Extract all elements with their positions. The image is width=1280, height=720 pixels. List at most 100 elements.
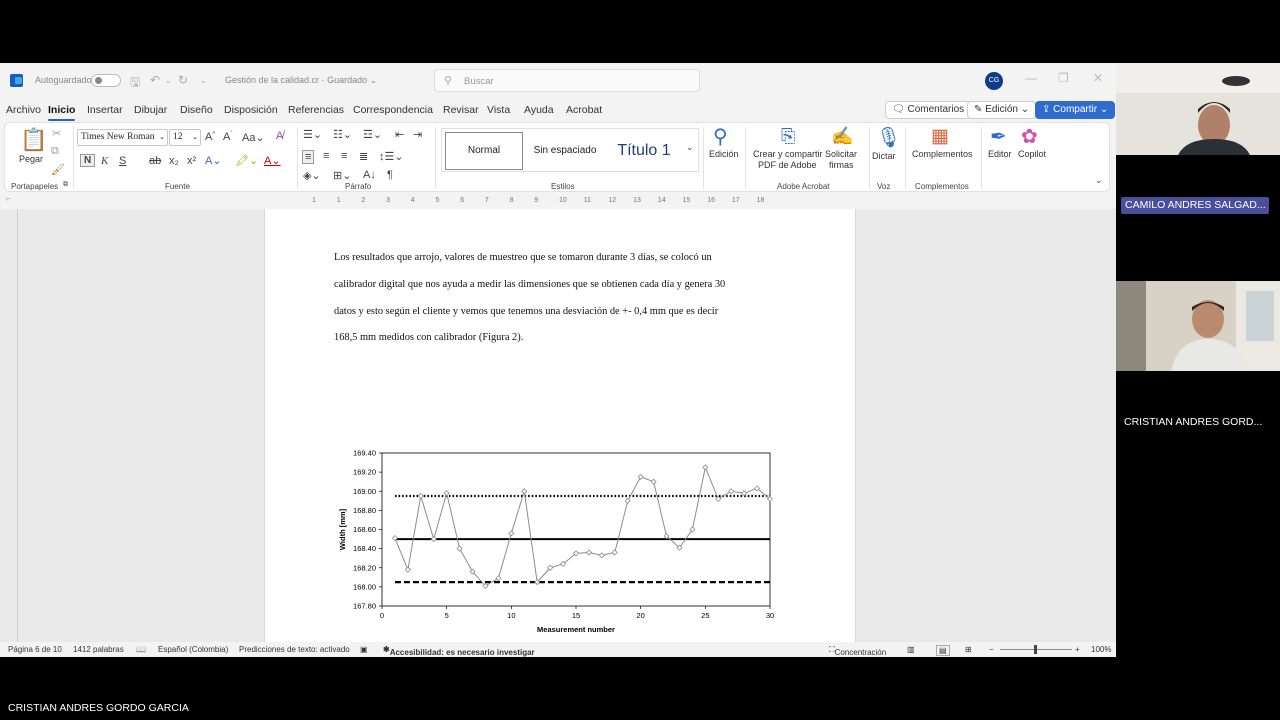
accessibility-status[interactable]: ✱ Accesibilidad: es necesario investigar [383,645,535,657]
addins-icon[interactable]: ▦ [931,125,949,148]
user-avatar[interactable]: CG [985,72,1003,90]
zoom-level[interactable]: 100% [1091,645,1111,654]
tab-archivo[interactable]: Archivo [6,104,41,116]
find-icon[interactable]: ⚲ [713,124,728,149]
font-color-icon[interactable]: A⌄ [264,154,281,167]
grow-font-icon[interactable]: A^ [205,131,215,143]
strikethrough-icon[interactable]: ab [149,155,161,167]
superscript-icon[interactable]: x² [187,155,196,167]
dictate-label[interactable]: Dictar [872,151,896,161]
multilevel-list-icon[interactable]: ☲⌄ [363,128,382,141]
redo-icon[interactable]: ↻ [178,73,188,87]
microphone-icon[interactable]: 🎙 [876,125,901,150]
tab-inicio[interactable]: Inicio [48,104,76,121]
proofing-icon[interactable]: 📖 [136,645,146,654]
change-case-icon[interactable]: Aa⌄ [242,131,265,144]
maximize-icon[interactable]: ❐ [1058,71,1069,85]
bullets-icon[interactable]: ☰⌄ [303,128,322,141]
print-layout-icon[interactable]: ▤ [936,645,950,656]
increase-indent-icon[interactable]: ⇥ [413,128,422,141]
save-icon[interactable]: 🖫 [130,73,140,94]
sort-icon[interactable]: A↓ [363,169,376,181]
copilot-label[interactable]: Copilot [1018,149,1046,159]
style-normal[interactable]: Normal [445,132,523,170]
horizontal-ruler[interactable]: ⌐ 1 1 2 3 4 5 6 7 8 9 10 11 12 13 14 15 16 17 18 [0,194,1116,209]
read-mode-icon[interactable]: ▥ [907,645,915,654]
collapse-ribbon-icon[interactable]: ⌄ [1095,175,1103,186]
align-right-icon[interactable]: ≡ [341,150,347,162]
paste-button-label[interactable]: Pegar [19,154,43,164]
borders-icon[interactable]: ⊞⌄ [333,169,351,182]
clipboard-launcher-icon[interactable]: ⧉ [63,181,68,189]
editor-label[interactable]: Editor [988,149,1012,159]
italic-icon[interactable]: K [101,155,108,167]
bold-icon[interactable]: N [80,154,96,167]
copilot-icon[interactable]: ✿ [1021,124,1038,149]
close-icon[interactable]: ✕ [1093,71,1103,85]
justify-icon[interactable]: ≣ [359,150,368,163]
underline-icon[interactable]: S [119,155,126,167]
tab-insertar[interactable]: Insertar [87,104,123,116]
shrink-font-icon[interactable]: Aˇ [223,131,232,143]
create-pdf-label-2[interactable]: PDF de Adobe [758,160,817,170]
page-count[interactable]: Página 6 de 10 [8,645,62,654]
zoom-in-icon[interactable]: + [1075,645,1080,654]
focus-mode[interactable]: ⛶ Concentración [829,645,886,657]
request-signatures-label-1[interactable]: Solicitar [825,149,857,159]
editor-icon[interactable]: ✒ [990,124,1007,149]
tab-correspondencia[interactable]: Correspondencia [353,104,433,116]
create-pdf-label-1[interactable]: Crear y compartir [753,149,823,159]
tab-referencias[interactable]: Referencias [288,104,344,116]
style-heading-1[interactable]: Título 1 [606,132,682,170]
decrease-indent-icon[interactable]: ⇤ [395,128,404,141]
shading-icon[interactable]: ◈⌄ [303,169,321,182]
tab-dibujar[interactable]: Dibujar [134,104,167,116]
editing-button-label[interactable]: Edición [709,149,739,159]
tab-diseno[interactable]: Diseño [180,104,213,116]
clear-formatting-icon[interactable]: A̸ [276,130,283,142]
highlight-icon[interactable]: 🖍⌄ [235,154,258,167]
create-pdf-icon[interactable]: ⎘ [781,126,795,147]
search-box[interactable]: ⚲ Buscar [434,69,700,92]
show-marks-icon[interactable]: ¶ [387,169,393,181]
document-canvas[interactable]: Los resultados que arrojo, valores de mu… [0,209,1116,642]
document-page[interactable]: Los resultados que arrojo, valores de mu… [264,209,856,642]
align-left-icon[interactable]: ≡ [302,150,315,164]
align-center-icon[interactable]: ≡ [323,150,329,162]
tab-acrobat[interactable]: Acrobat [566,104,602,116]
copy-icon[interactable]: ⧉ [51,145,59,158]
tab-disposicion[interactable]: Disposición [224,104,278,116]
font-size-box[interactable]: 12 ⌄ [169,129,201,146]
document-title[interactable]: Gestión de la calidad.cr · Guardado ⌄ [225,75,377,86]
tab-ayuda[interactable]: Ayuda [524,104,554,116]
share-button[interactable]: ⇪ Compartir ⌄ [1035,101,1116,119]
language[interactable]: Español (Colombia) [158,645,228,654]
numbering-icon[interactable]: ☷⌄ [333,128,352,141]
font-name-box[interactable]: Times New Roman ⌄ [77,129,168,146]
tab-selector-icon[interactable]: ⌐ [6,196,10,203]
text-predictions[interactable]: Predicciones de texto: activado [239,645,350,654]
participant-video-1[interactable] [1116,63,1280,155]
zoom-out-icon[interactable]: − [989,645,994,654]
figure-2-chart[interactable]: 167.80 168.00 168.20 168.40 168.60 168.80 169.… [265,209,857,642]
minimize-icon[interactable]: — [1025,71,1037,85]
request-signatures-icon[interactable]: ✍ [831,126,853,147]
line-spacing-icon[interactable]: ↕☰⌄ [379,150,404,163]
zoom-slider-thumb[interactable] [1034,645,1037,654]
undo-icon[interactable]: ↶ [150,73,160,87]
undo-dropdown-icon[interactable]: ⌄ [165,76,172,85]
customize-qat-icon[interactable]: ⌄ [200,76,207,85]
styles-more-icon[interactable]: ⌄ [686,142,694,153]
word-count[interactable]: 1412 palabras [73,645,124,654]
web-layout-icon[interactable]: ⊞ [965,645,972,654]
macro-icon[interactable]: ▣ [360,645,368,654]
addins-label[interactable]: Complementos [912,149,973,159]
request-signatures-label-2[interactable]: firmas [829,160,854,170]
subscript-icon[interactable]: x₂ [169,155,179,167]
format-painter-icon[interactable]: 🖌 [51,163,65,176]
comments-button[interactable]: 🗨 Comentarios [885,101,972,119]
autosave-toggle[interactable] [91,74,121,87]
participant-video-2[interactable] [1116,281,1280,371]
paste-icon[interactable]: 📋 [20,127,47,153]
style-no-spacing[interactable]: Sin espaciado [526,132,604,170]
